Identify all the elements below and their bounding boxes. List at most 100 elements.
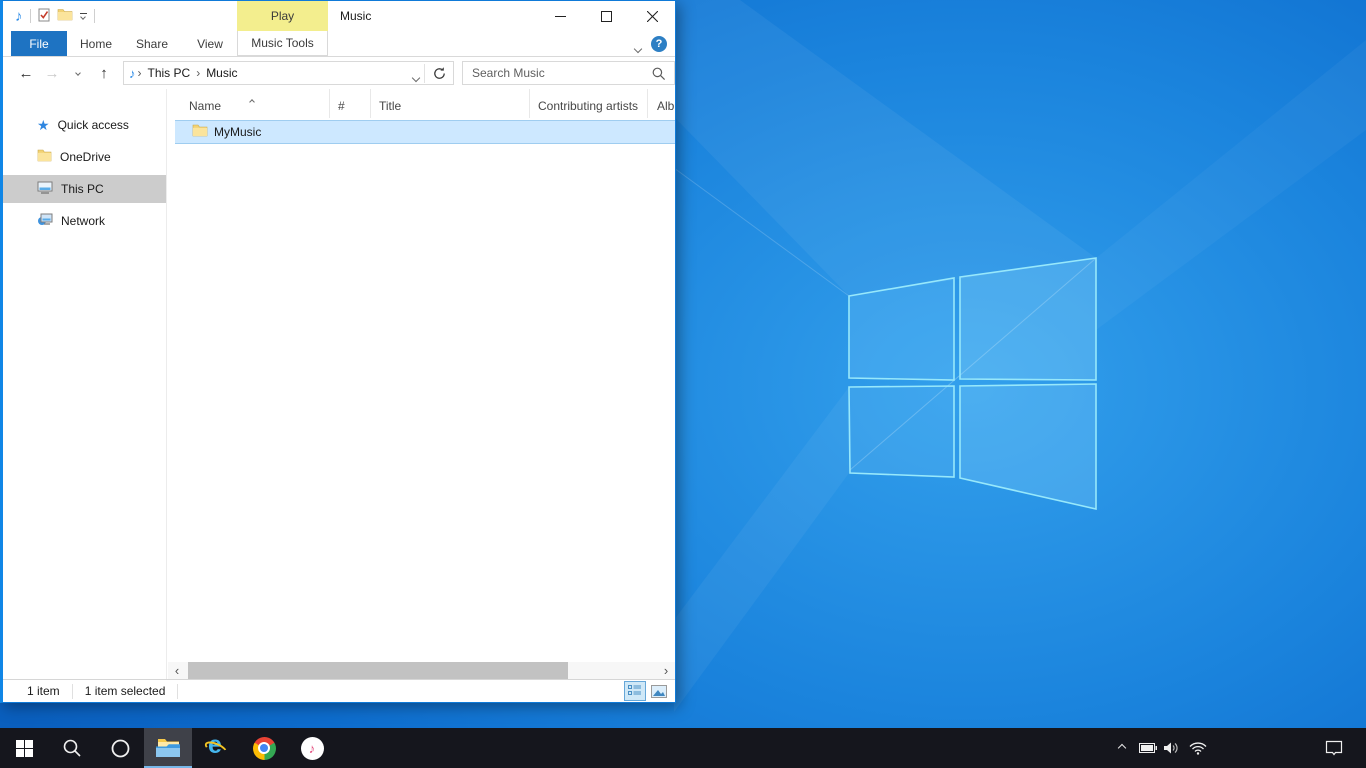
sidebar-item-label: This PC — [61, 182, 104, 196]
taskbar-chrome-button[interactable] — [240, 728, 288, 768]
column-label: Title — [379, 99, 401, 113]
internet-explorer-icon: e — [203, 735, 229, 761]
file-row-mymusic[interactable]: MyMusic — [175, 120, 675, 144]
search-icon[interactable] — [652, 67, 666, 84]
tab-home[interactable]: Home — [73, 31, 119, 56]
music-note-icon: ♪ — [15, 9, 23, 24]
divider — [94, 9, 95, 23]
maximize-button[interactable] — [583, 1, 629, 31]
breadcrumb-this-pc[interactable]: This PC — [144, 66, 195, 80]
action-center-icon — [1325, 740, 1343, 756]
large-icons-view-button[interactable] — [648, 681, 670, 701]
view-switcher — [624, 681, 670, 701]
windows-logo-icon — [16, 740, 33, 757]
horizontal-scrollbar[interactable]: ‹ › — [168, 662, 675, 679]
network-icon — [37, 213, 53, 229]
column-header-title[interactable]: Title — [371, 89, 530, 118]
breadcrumb-chevron-icon: › — [194, 66, 202, 80]
column-header-album[interactable]: Alb — [648, 89, 675, 118]
cortana-button[interactable] — [96, 728, 144, 768]
ribbon-tab-row: File Home Share View Music Tools ? — [3, 31, 675, 57]
refresh-icon[interactable] — [432, 66, 447, 84]
itunes-icon: ♪ — [301, 737, 324, 760]
taskbar-internet-explorer-button[interactable]: e — [192, 728, 240, 768]
scrollbar-track[interactable] — [186, 662, 657, 679]
volume-icon[interactable] — [1160, 728, 1184, 768]
caption-buttons — [537, 1, 675, 31]
battery-icon[interactable] — [1136, 728, 1160, 768]
divider — [30, 9, 31, 23]
folder-icon — [192, 124, 208, 140]
column-label: Name — [189, 99, 221, 113]
taskbar-file-explorer-button[interactable] — [144, 728, 192, 768]
column-label: # — [338, 99, 345, 113]
details-view-button[interactable] — [624, 681, 646, 701]
quick-access-star-icon: ★ — [37, 118, 50, 132]
up-button[interactable]: ↑ — [91, 60, 117, 86]
breadcrumb-chevron-icon: › — [136, 66, 144, 80]
back-button[interactable]: ← — [13, 60, 39, 86]
address-bar[interactable]: ♪ › This PC › Music — [123, 61, 454, 85]
selection-count: 1 item selected — [73, 684, 179, 699]
search-input[interactable] — [463, 62, 674, 84]
tab-view[interactable]: View — [185, 31, 235, 56]
status-bar: 1 item 1 item selected — [3, 679, 675, 702]
close-button[interactable] — [629, 1, 675, 31]
new-folder-icon[interactable] — [57, 8, 73, 24]
sidebar-item-label: OneDrive — [60, 150, 111, 164]
column-header-name[interactable]: Name — [168, 89, 330, 118]
explorer-window: ♪ Play Music — [0, 0, 676, 703]
search-icon — [62, 738, 82, 758]
taskbar-search-button[interactable] — [48, 728, 96, 768]
address-bar-row: ← → ↑ ♪ › This PC › Music — [3, 57, 675, 89]
navigation-pane: ★ Quick access OneDrive This PC Network — [3, 89, 167, 679]
address-dropdown-chevron-icon[interactable] — [413, 70, 419, 84]
divider — [424, 64, 425, 83]
taskbar-itunes-button[interactable]: ♪ — [288, 728, 336, 768]
sidebar-item-onedrive[interactable]: OneDrive — [3, 143, 166, 171]
sidebar-item-this-pc[interactable]: This PC — [3, 175, 166, 203]
item-count: 1 item — [3, 684, 73, 699]
wifi-icon[interactable] — [1186, 728, 1210, 768]
column-header-number[interactable]: # — [330, 89, 371, 118]
sidebar-item-label: Quick access — [58, 118, 129, 132]
properties-icon[interactable] — [38, 8, 50, 25]
cortana-circle-icon — [111, 739, 130, 758]
file-explorer-icon — [156, 738, 180, 757]
window-title: Music — [340, 9, 371, 23]
tab-share[interactable]: Share — [125, 31, 179, 56]
title-bar: ♪ Play Music — [3, 1, 675, 31]
onedrive-folder-icon — [37, 149, 52, 165]
column-header-contributing-artists[interactable]: Contributing artists — [530, 89, 648, 118]
action-center-button[interactable] — [1310, 728, 1358, 768]
start-button[interactable] — [0, 728, 48, 768]
help-icon[interactable]: ? — [651, 36, 667, 52]
sidebar-item-network[interactable]: Network — [3, 207, 166, 235]
hidden-icons-chevron-icon[interactable] — [1110, 728, 1134, 768]
breadcrumb-music[interactable]: Music — [202, 66, 241, 80]
sort-ascending-chevron-icon — [250, 93, 254, 107]
column-headers: Name # Title Contributing artists Alb — [168, 89, 675, 118]
sidebar-item-label: Network — [61, 214, 105, 228]
sidebar-item-quick-access[interactable]: ★ Quick access — [3, 111, 166, 139]
taskbar: e ♪ — [0, 728, 1366, 768]
search-box — [462, 61, 675, 85]
forward-button[interactable]: → — [39, 60, 65, 86]
column-label: Contributing artists — [538, 99, 638, 113]
chrome-icon — [253, 737, 276, 760]
tab-file[interactable]: File — [11, 31, 67, 56]
recent-locations-chevron-icon[interactable] — [65, 60, 91, 86]
scroll-right-arrow-icon[interactable]: › — [657, 662, 675, 679]
scrollbar-thumb[interactable] — [188, 662, 568, 679]
scroll-left-arrow-icon[interactable]: ‹ — [168, 662, 186, 679]
expand-ribbon-chevron-icon[interactable] — [635, 41, 641, 55]
main-content: ★ Quick access OneDrive This PC Network — [3, 89, 675, 679]
customize-qat-chevron-icon[interactable] — [80, 13, 87, 19]
ribbon-contextual-header-play[interactable]: Play — [237, 1, 328, 31]
file-name: MyMusic — [214, 125, 261, 139]
quick-access-toolbar: ♪ — [15, 6, 95, 26]
column-label: Alb — [657, 99, 674, 113]
file-list-pane: Name # Title Contributing artists Alb — [168, 89, 675, 679]
tab-music-tools[interactable]: Music Tools — [237, 31, 328, 56]
minimize-button[interactable] — [537, 1, 583, 31]
